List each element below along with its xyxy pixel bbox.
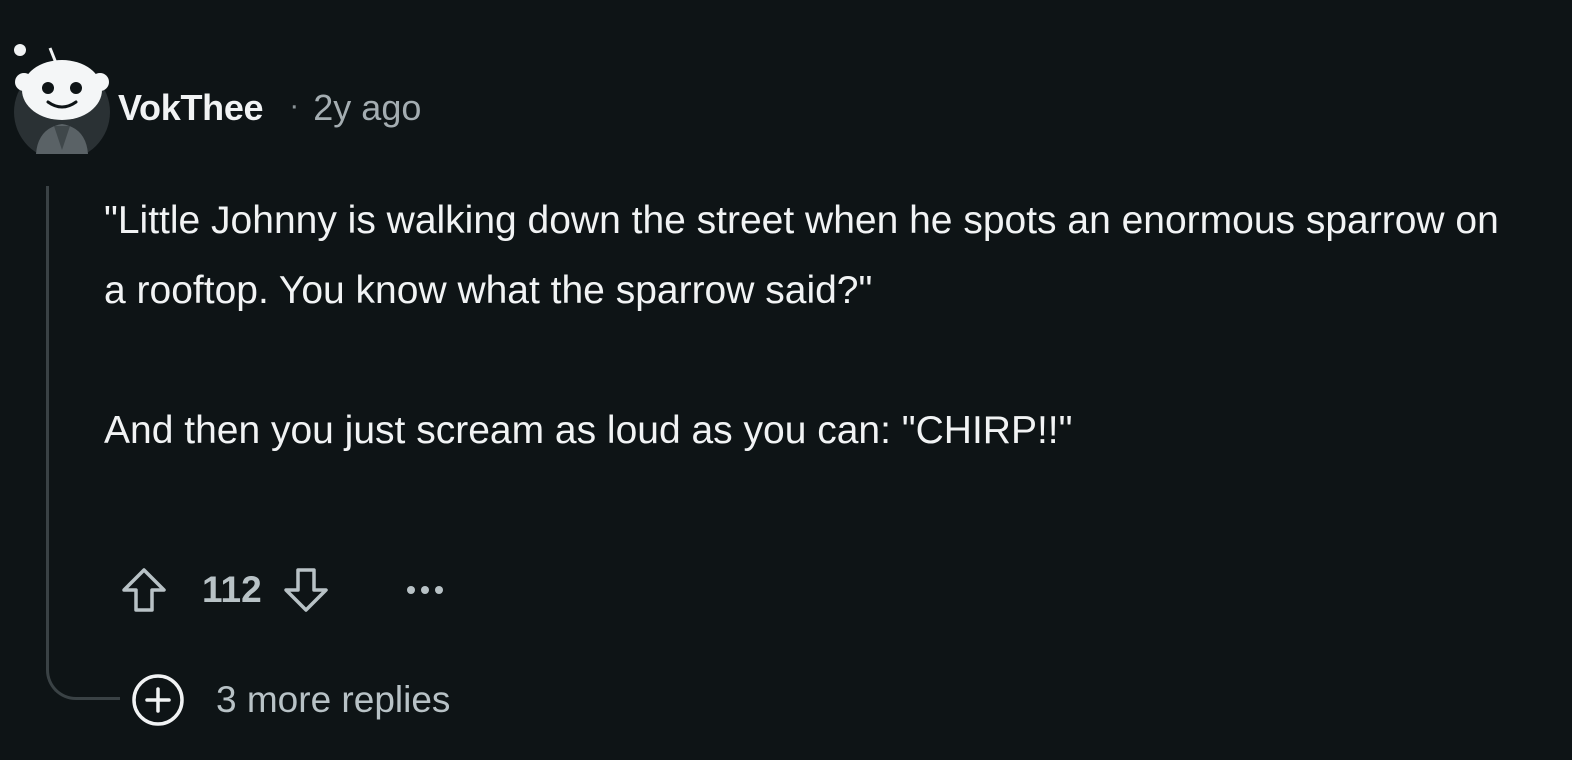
comment-paragraph: And then you just scream as loud as you …: [104, 409, 1073, 452]
username-link[interactable]: VokThee: [118, 87, 264, 129]
separator-dot: ·: [289, 89, 300, 122]
comment: VokThee · 2y ago "Little Johnny is walki…: [0, 0, 1572, 760]
timestamp[interactable]: 2y ago: [313, 87, 421, 129]
user-avatar[interactable]: [14, 42, 110, 160]
more-replies-button[interactable]: 3 more replies: [130, 670, 450, 730]
upvote-arrow-icon: [122, 568, 166, 612]
more-options-button[interactable]: [400, 565, 450, 615]
comment-body: "Little Johnny is walking down the stree…: [104, 186, 1524, 466]
vote-score: 112: [202, 569, 262, 610]
expand-plus-icon: [130, 672, 186, 728]
upvote-button[interactable]: [118, 564, 170, 616]
comment-actions: 112: [118, 560, 450, 620]
downvote-arrow-icon: [283, 568, 328, 612]
more-options-icon: [406, 586, 443, 594]
comment-header: VokThee · 2y ago: [118, 82, 421, 134]
thread-line-curve: [46, 660, 120, 700]
thread-line[interactable]: [46, 186, 49, 664]
snoo-avatar-icon: [14, 44, 110, 160]
more-replies-label: 3 more replies: [216, 679, 451, 720]
downvote-button[interactable]: [280, 564, 332, 616]
comment-paragraph: "Little Johnny is walking down the stree…: [104, 199, 1499, 312]
